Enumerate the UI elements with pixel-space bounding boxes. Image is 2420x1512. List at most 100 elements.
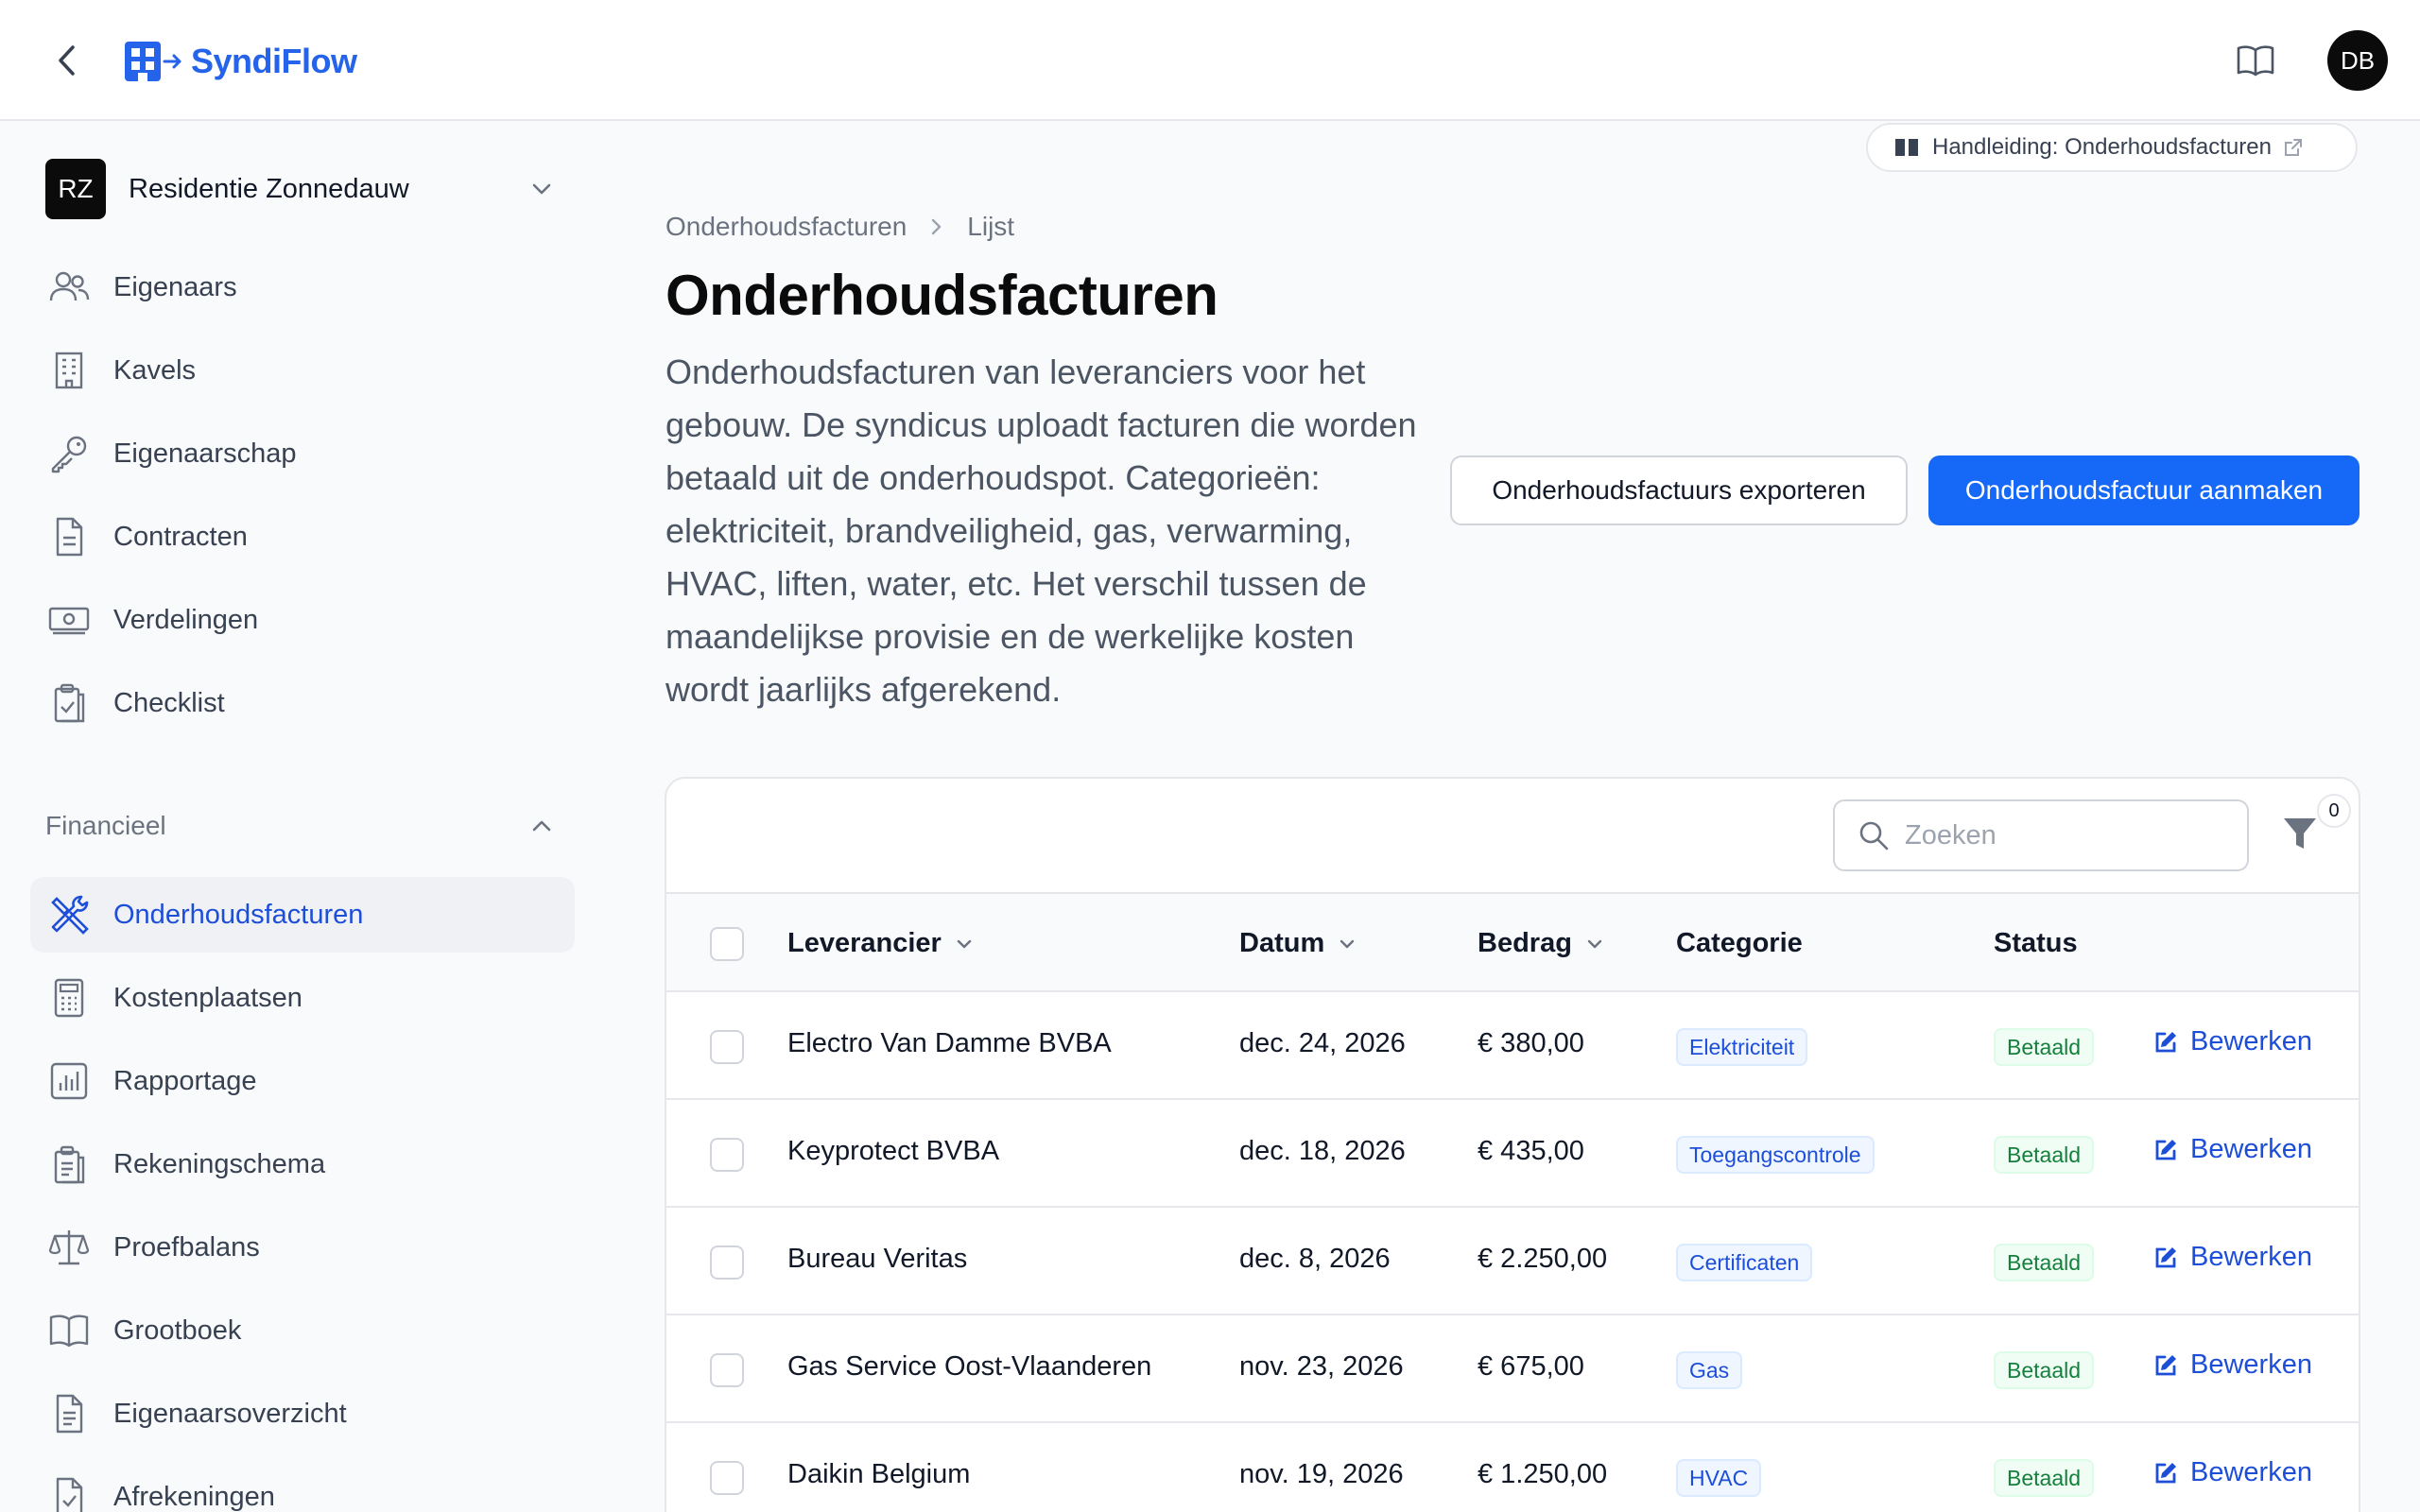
breadcrumb-item-onderhoudsfacturen[interactable]: Onderhoudsfacturen xyxy=(666,212,907,242)
column-label: Leverancier xyxy=(787,928,942,958)
back-button[interactable] xyxy=(49,42,87,79)
row-checkbox[interactable] xyxy=(710,1138,744,1172)
logo-building-icon xyxy=(125,42,182,81)
cell-supplier: Gas Service Oost-Vlaanderen xyxy=(787,1351,1152,1382)
edit-button[interactable]: Bewerken xyxy=(2152,1349,2312,1381)
sidebar-item-label: Kavels xyxy=(113,354,197,386)
edit-button[interactable]: Bewerken xyxy=(2152,1242,2312,1273)
category-badge: Elektriciteit xyxy=(1676,1028,1808,1066)
sidebar-item-eigenaarsoverzicht[interactable]: Eigenaarsoverzicht xyxy=(30,1376,575,1452)
sidebar-item-proefbalans[interactable]: Proefbalans xyxy=(30,1210,575,1285)
manual-link[interactable]: Handleiding: Onderhoudsfacturen xyxy=(1866,123,2358,172)
cell-supplier: Bureau Veritas xyxy=(787,1244,968,1274)
sidebar-item-label: Grootboek xyxy=(113,1314,242,1346)
column-header-datum[interactable]: Datum xyxy=(1239,928,1358,959)
org-switcher[interactable]: RZ Residentie Zonnedauw xyxy=(45,159,556,219)
row-checkbox[interactable] xyxy=(710,1246,744,1280)
clipboard-list-icon xyxy=(47,1143,91,1186)
table-row: Electro Van Damme BVBA dec. 24, 2026 € 3… xyxy=(666,992,2359,1100)
chevron-right-icon xyxy=(927,215,946,238)
category-badge: Gas xyxy=(1676,1351,1743,1389)
page-title: Onderhoudsfacturen xyxy=(666,264,1219,327)
export-button[interactable]: Onderhoudsfactuurs exporteren xyxy=(1450,455,1908,525)
edit-button[interactable]: Bewerken xyxy=(2152,1457,2312,1488)
status-badge: Betaald xyxy=(1994,1459,2095,1497)
search-box[interactable] xyxy=(1833,799,2249,871)
pencil-square-icon xyxy=(2155,1246,2176,1267)
sidebar-item-rekeningschema[interactable]: Rekeningschema xyxy=(30,1126,575,1202)
app-logo[interactable]: SyndiFlow xyxy=(123,40,357,83)
top-bar: SyndiFlow DB xyxy=(0,0,2420,121)
search-icon xyxy=(1859,821,1889,850)
row-checkbox[interactable] xyxy=(710,1353,744,1387)
cell-amount: € 675,00 xyxy=(1478,1351,1584,1382)
app-name: SyndiFlow xyxy=(191,42,357,80)
row-checkbox[interactable] xyxy=(710,1461,744,1495)
category-badge: Toegangscontrole xyxy=(1676,1136,1875,1174)
status-badge: Betaald xyxy=(1994,1244,2095,1281)
chevron-down-icon xyxy=(1583,933,1606,955)
sidebar-item-grootboek[interactable]: Grootboek xyxy=(30,1293,575,1368)
funnel-icon xyxy=(2284,818,2316,849)
category-badge: Certificaten xyxy=(1676,1244,1813,1281)
status-badge: Betaald xyxy=(1994,1351,2095,1389)
document-check-icon xyxy=(47,1475,91,1512)
sidebar-item-label: Eigenaarschap xyxy=(113,438,297,469)
org-name: Residentie Zonnedauw xyxy=(129,173,409,204)
cell-date: dec. 24, 2026 xyxy=(1239,1028,1406,1058)
cell-date: nov. 19, 2026 xyxy=(1239,1459,1404,1489)
section-financieel-toggle[interactable]: Financieel xyxy=(45,811,556,841)
sidebar-item-eigenaars[interactable]: Eigenaars xyxy=(30,249,575,325)
table-row: Daikin Belgium nov. 19, 2026 € 1.250,00 … xyxy=(666,1423,2359,1512)
cell-supplier: Electro Van Damme BVBA xyxy=(787,1028,1112,1058)
documentation-button[interactable] xyxy=(2235,42,2276,79)
sidebar-item-label: Rekeningschema xyxy=(113,1148,326,1179)
sidebar-item-kavels[interactable]: Kavels xyxy=(30,333,575,408)
status-badge: Betaald xyxy=(1994,1136,2095,1174)
pencil-square-icon xyxy=(2155,1031,2176,1052)
sidebar-item-verdelingen[interactable]: Verdelingen xyxy=(30,582,575,658)
column-label: Status xyxy=(1994,928,2078,958)
sidebar-item-afrekeningen[interactable]: Afrekeningen xyxy=(30,1459,575,1512)
cell-amount: € 1.250,00 xyxy=(1478,1459,1608,1489)
sidebar-item-checklist[interactable]: Checklist xyxy=(30,665,575,741)
edit-button[interactable]: Bewerken xyxy=(2152,1134,2312,1165)
sidebar: RZ Residentie Zonnedauw Eigenaars Kavels… xyxy=(0,123,605,1512)
chart-bar-icon xyxy=(47,1059,91,1103)
org-badge: RZ xyxy=(45,159,106,219)
sidebar-item-onderhoudsfacturen[interactable]: Onderhoudsfacturen xyxy=(30,877,575,953)
column-header-leverancier[interactable]: Leverancier xyxy=(787,928,976,959)
sidebar-item-label: Rapportage xyxy=(113,1065,257,1096)
sidebar-item-kostenplaatsen[interactable]: Kostenplaatsen xyxy=(30,960,575,1036)
cell-date: dec. 18, 2026 xyxy=(1239,1136,1406,1166)
users-icon xyxy=(47,266,91,309)
sidebar-item-label: Proefbalans xyxy=(113,1231,260,1263)
book-icon xyxy=(1895,139,1918,156)
edit-button[interactable]: Bewerken xyxy=(2152,1026,2312,1057)
sidebar-item-rapportage[interactable]: Rapportage xyxy=(30,1043,575,1119)
chevron-down-icon xyxy=(1336,933,1358,955)
sidebar-item-contracten[interactable]: Contracten xyxy=(30,499,575,575)
column-label: Bedrag xyxy=(1478,928,1572,958)
user-avatar[interactable]: DB xyxy=(2327,30,2388,91)
select-all-checkbox[interactable] xyxy=(710,927,744,961)
create-invoice-button[interactable]: Onderhoudsfactuur aanmaken xyxy=(1928,455,2360,525)
page-description: Onderhoudsfacturen van leveranciers voor… xyxy=(666,352,1417,709)
sidebar-item-label: Eigenaars xyxy=(113,271,237,302)
cell-amount: € 380,00 xyxy=(1478,1028,1584,1058)
key-icon xyxy=(47,432,91,475)
row-checkbox[interactable] xyxy=(710,1030,744,1064)
category-badge: HVAC xyxy=(1676,1459,1762,1497)
column-header-bedrag[interactable]: Bedrag xyxy=(1478,928,1606,959)
sidebar-item-eigenaarschap[interactable]: Eigenaarschap xyxy=(30,416,575,491)
filter-button[interactable] xyxy=(2279,813,2321,854)
book-open-icon xyxy=(47,1309,91,1352)
banknote-icon xyxy=(47,598,91,642)
external-link-icon xyxy=(2284,139,2302,156)
edit-label: Bewerken xyxy=(2190,1242,2312,1272)
cell-date: dec. 8, 2026 xyxy=(1239,1244,1391,1274)
chevron-down-icon xyxy=(532,183,551,195)
building-icon xyxy=(47,349,91,392)
search-input[interactable] xyxy=(1905,819,2226,851)
chevron-down-icon xyxy=(953,933,976,955)
